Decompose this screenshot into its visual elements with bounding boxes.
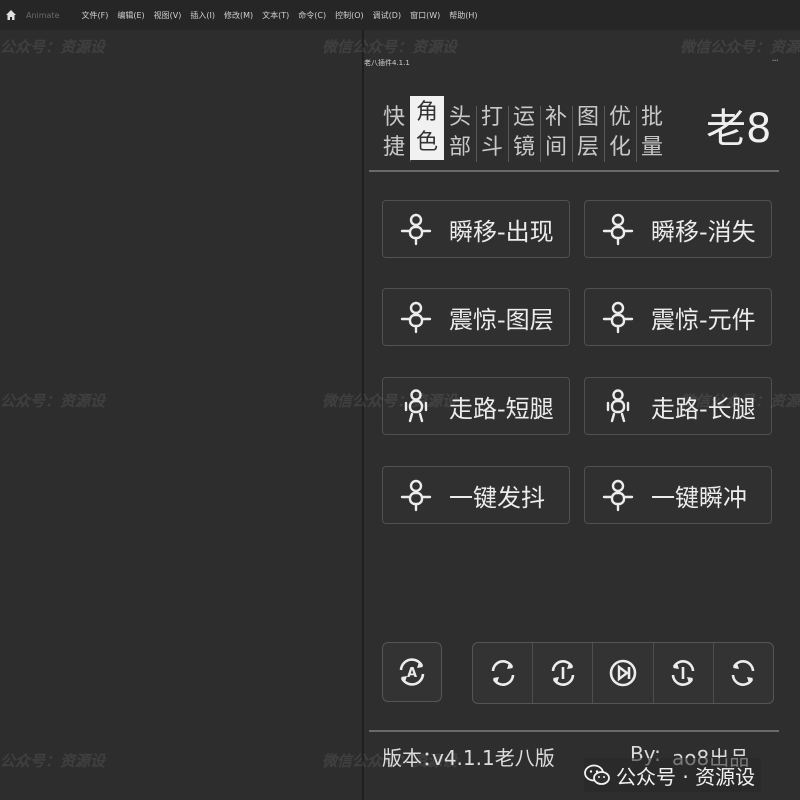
wechat-icon bbox=[584, 764, 610, 785]
action-label: 瞬移-出现 bbox=[449, 217, 554, 246]
tab-divider bbox=[369, 170, 779, 172]
menu-debug[interactable]: 调试(D) bbox=[373, 10, 401, 21]
loop-icon bbox=[491, 660, 514, 686]
tab-fight[interactable]: 打斗 bbox=[476, 94, 509, 172]
tab-label-bottom: 间 bbox=[544, 135, 567, 160]
play-next-icon bbox=[609, 659, 637, 687]
figure-icon bbox=[602, 479, 634, 512]
tab-label-top: 打 bbox=[480, 105, 503, 130]
action-label: 一键瞬冲 bbox=[651, 483, 747, 512]
figure-icon bbox=[602, 213, 634, 246]
tab-label-bottom: 捷 bbox=[382, 135, 405, 160]
walking-figure-icon bbox=[404, 389, 428, 423]
menu-file[interactable]: 文件(F) bbox=[82, 10, 109, 21]
action-label: 走路-短腿 bbox=[449, 394, 554, 423]
plugin-panel: 老八插件4.1.1 ··· 快捷 角色 头部 打斗 运镜 补间 图层 优化 批量… bbox=[364, 30, 800, 800]
badge-text: 公众号 · 资源设 bbox=[616, 764, 756, 789]
tab-camera[interactable]: 运镜 bbox=[508, 94, 541, 172]
panel-titlebar: 老八插件4.1.1 ··· bbox=[364, 30, 800, 80]
action-label: 震惊-元件 bbox=[651, 305, 756, 334]
playback-controls bbox=[472, 642, 774, 704]
walk-short-legs-button[interactable]: 走路-短腿 bbox=[382, 377, 570, 435]
loop-once-button[interactable] bbox=[533, 643, 594, 703]
tab-batch[interactable]: 批量 bbox=[636, 94, 668, 172]
tab-character[interactable]: 角色 bbox=[410, 96, 444, 160]
plugin-logo: 老8 bbox=[706, 106, 772, 152]
tab-label-bottom: 量 bbox=[640, 135, 663, 160]
action-label: 震惊-图层 bbox=[449, 305, 554, 334]
walking-figure-icon bbox=[606, 389, 630, 423]
loop-one-icon bbox=[551, 660, 575, 686]
shock-layer-button[interactable]: 震惊-图层 bbox=[382, 288, 570, 346]
home-icon[interactable] bbox=[0, 0, 22, 30]
tab-label-top: 角 bbox=[415, 100, 438, 125]
auto-cycle-icon: A bbox=[399, 658, 425, 686]
tab-label-top: 优 bbox=[608, 105, 631, 130]
walk-long-legs-button[interactable]: 走路-长腿 bbox=[584, 377, 772, 435]
tab-shortcut[interactable]: 快捷 bbox=[378, 94, 411, 172]
menu-view[interactable]: 视图(V) bbox=[154, 10, 182, 21]
tab-layers[interactable]: 图层 bbox=[572, 94, 605, 172]
one-click-shake-button[interactable]: 一键发抖 bbox=[382, 466, 570, 524]
figure-icon bbox=[400, 213, 432, 246]
loop-reverse-once-button[interactable] bbox=[654, 643, 714, 703]
menu-control[interactable]: 控制(O) bbox=[335, 10, 364, 21]
loop-reverse-icon bbox=[732, 660, 755, 686]
tab-label-top: 批 bbox=[640, 105, 663, 130]
tab-label-top: 图 bbox=[576, 105, 599, 130]
auto-refresh-button[interactable]: A bbox=[382, 642, 442, 702]
one-click-dash-button[interactable]: 一键瞬冲 bbox=[584, 466, 772, 524]
loop-button[interactable] bbox=[473, 643, 534, 703]
stage-area bbox=[0, 30, 362, 800]
menu-bar: Animate 文件(F) 编辑(E) 视图(V) 插入(I) 修改(M) 文本… bbox=[0, 0, 800, 30]
menu-insert[interactable]: 插入(I) bbox=[190, 10, 215, 21]
action-label: 一键发抖 bbox=[449, 483, 545, 512]
tab-label-bottom: 镜 bbox=[512, 135, 535, 160]
tab-label-top: 补 bbox=[544, 105, 567, 130]
tab-label-bottom: 部 bbox=[448, 135, 471, 160]
tab-label-bottom: 色 bbox=[415, 130, 438, 155]
action-label: 瞬移-消失 bbox=[651, 217, 756, 246]
teleport-appear-button[interactable]: 瞬移-出现 bbox=[382, 200, 570, 258]
menu-edit[interactable]: 编辑(E) bbox=[117, 10, 144, 21]
app-name: Animate bbox=[26, 10, 60, 20]
loop-one-reverse-icon bbox=[671, 660, 695, 686]
footer-divider bbox=[369, 730, 779, 732]
play-next-button[interactable] bbox=[593, 643, 654, 703]
tab-label-bottom: 层 bbox=[576, 135, 599, 160]
panel-title: 老八插件4.1.1 bbox=[364, 59, 410, 67]
figure-icon bbox=[400, 301, 432, 334]
tab-label-top: 快 bbox=[382, 105, 405, 130]
wechat-badge: 公众号 · 资源设 bbox=[584, 758, 762, 792]
svg-text:A: A bbox=[407, 666, 417, 681]
menu-modify[interactable]: 修改(M) bbox=[224, 10, 253, 21]
teleport-disappear-button[interactable]: 瞬移-消失 bbox=[584, 200, 772, 258]
menu-text[interactable]: 文本(T) bbox=[262, 10, 289, 21]
action-label: 走路-长腿 bbox=[651, 394, 756, 423]
tab-head[interactable]: 头部 bbox=[444, 94, 477, 172]
menu-window[interactable]: 窗口(W) bbox=[410, 10, 440, 21]
tab-optimize[interactable]: 优化 bbox=[604, 94, 637, 172]
shock-symbol-button[interactable]: 震惊-元件 bbox=[584, 288, 772, 346]
tab-label-bottom: 化 bbox=[608, 135, 631, 160]
tab-bar: 快捷 角色 头部 打斗 运镜 补间 图层 优化 批量 bbox=[378, 88, 668, 178]
figure-icon bbox=[400, 479, 432, 512]
version-value: v4.1.1老八版 bbox=[432, 746, 555, 770]
tab-label-bottom: 斗 bbox=[480, 135, 503, 160]
panel-menu-icon[interactable]: ··· bbox=[771, 56, 778, 67]
loop-reverse-button[interactable] bbox=[714, 643, 773, 703]
figure-icon bbox=[602, 301, 634, 334]
tab-tween[interactable]: 补间 bbox=[540, 94, 573, 172]
menu-help[interactable]: 帮助(H) bbox=[449, 10, 477, 21]
tab-label-top: 运 bbox=[512, 105, 535, 130]
tab-label-top: 头 bbox=[448, 105, 471, 130]
menu-commands[interactable]: 命令(C) bbox=[298, 10, 326, 21]
